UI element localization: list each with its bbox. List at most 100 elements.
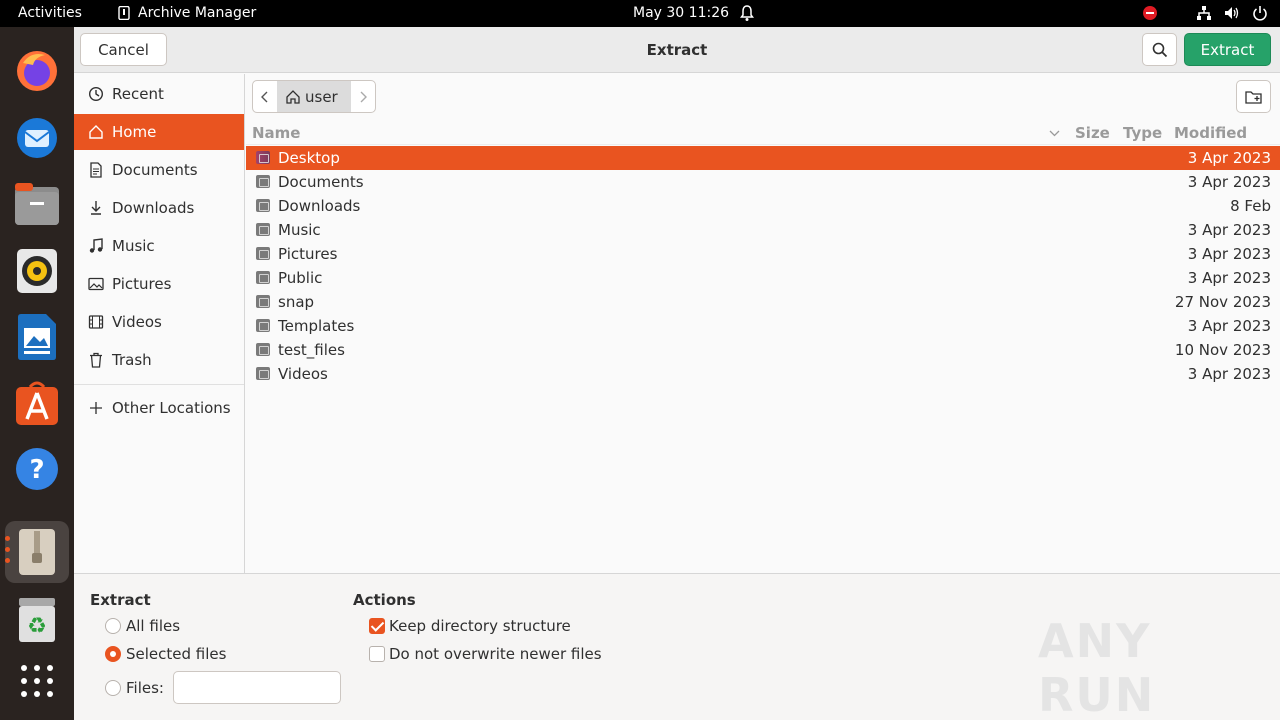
- files-pattern-label[interactable]: Files:: [126, 679, 164, 697]
- sidebar-item-label: Pictures: [112, 275, 172, 293]
- all-files-label[interactable]: All files: [126, 617, 180, 635]
- trash-icon[interactable]: ♻: [13, 596, 61, 644]
- show-apps-icon[interactable]: [13, 657, 61, 705]
- sidebar-item-pictures[interactable]: Pictures: [74, 266, 244, 302]
- plus-icon: [90, 402, 102, 414]
- actions-heading: Actions: [353, 591, 416, 609]
- folder-icon: [256, 319, 270, 332]
- sidebar-item-videos[interactable]: Videos: [74, 304, 244, 340]
- do-not-disturb-icon: [1143, 6, 1157, 20]
- files-pattern-radio[interactable]: [105, 680, 121, 696]
- folder-icon: [256, 223, 270, 236]
- column-name[interactable]: Name: [252, 124, 300, 142]
- extract-options: Extract All files Selected files Files: …: [74, 573, 1280, 720]
- running-indicator: [5, 536, 11, 569]
- archive-manager-icon[interactable]: [13, 528, 61, 576]
- sort-chevron-down-icon: [1049, 130, 1060, 137]
- all-files-radio[interactable]: [105, 618, 121, 634]
- thunderbird-icon[interactable]: [13, 113, 61, 161]
- trash-can-icon: [90, 352, 102, 368]
- activities-button[interactable]: Activities: [18, 5, 82, 21]
- rhythmbox-icon[interactable]: [13, 247, 61, 295]
- search-icon: [1152, 42, 1167, 57]
- table-row[interactable]: Templates 3 Apr 2023: [246, 314, 1280, 338]
- table-row[interactable]: Desktop 3 Apr 2023: [246, 146, 1280, 170]
- home-icon: [286, 89, 300, 104]
- column-modified[interactable]: Modified: [1174, 124, 1247, 142]
- svg-text:♻: ♻: [27, 614, 47, 639]
- table-row[interactable]: Downloads 8 Feb: [246, 194, 1280, 218]
- clock[interactable]: May 30 11:26: [633, 5, 729, 21]
- path-back-button[interactable]: [253, 81, 277, 112]
- sidebar-item-label: Recent: [112, 85, 164, 103]
- table-row[interactable]: Documents 3 Apr 2023: [246, 170, 1280, 194]
- folder-icon: [256, 247, 270, 260]
- document-icon: [90, 162, 102, 178]
- places-sidebar: Recent Home Documents Downloads Music Pi…: [74, 74, 245, 573]
- chevron-left-icon: [261, 91, 268, 102]
- sidebar-item-downloads[interactable]: Downloads: [74, 190, 244, 226]
- new-folder-button[interactable]: [1236, 80, 1271, 113]
- chevron-right-icon: [360, 91, 367, 102]
- folder-icon: [256, 175, 270, 188]
- system-tray[interactable]: [1142, 4, 1268, 22]
- sidebar-item-documents[interactable]: Documents: [74, 152, 244, 188]
- files-pattern-input[interactable]: [173, 671, 341, 704]
- table-row[interactable]: test_files 10 Nov 2023: [246, 338, 1280, 362]
- help-icon[interactable]: ?: [13, 445, 61, 493]
- sidebar-item-label: Other Locations: [112, 399, 231, 417]
- file-list: Desktop 3 Apr 2023 Documents 3 Apr 2023 Do…: [246, 146, 1280, 386]
- column-type[interactable]: Type: [1123, 124, 1162, 142]
- sidebar-item-recent[interactable]: Recent: [74, 76, 244, 112]
- path-crumb-home[interactable]: user: [277, 81, 351, 112]
- sidebar-item-label: Videos: [112, 313, 162, 331]
- sidebar-item-music[interactable]: Music: [74, 228, 244, 264]
- table-row[interactable]: snap 27 Nov 2023: [246, 290, 1280, 314]
- sidebar-item-label: Trash: [112, 351, 152, 369]
- header-bar: Cancel Extract Extract: [74, 27, 1280, 73]
- folder-icon: [256, 271, 270, 284]
- sidebar-item-label: Music: [112, 237, 155, 255]
- table-row[interactable]: Public 3 Apr 2023: [246, 266, 1280, 290]
- selected-files-label[interactable]: Selected files: [126, 645, 226, 663]
- column-size[interactable]: Size: [1075, 124, 1110, 142]
- keep-structure-label[interactable]: Keep directory structure: [389, 617, 571, 635]
- extract-heading: Extract: [90, 591, 151, 609]
- folder-icon: [256, 343, 270, 356]
- libreoffice-writer-icon[interactable]: [13, 313, 61, 361]
- recent-icon: [88, 86, 104, 102]
- no-overwrite-label[interactable]: Do not overwrite newer files: [389, 645, 602, 663]
- app-center-icon[interactable]: [13, 379, 61, 427]
- firefox-icon[interactable]: [13, 47, 61, 95]
- no-overwrite-checkbox[interactable]: [369, 646, 385, 662]
- files-icon[interactable]: [13, 180, 61, 228]
- network-icon: [1197, 6, 1211, 20]
- extract-button[interactable]: Extract: [1184, 33, 1271, 66]
- download-icon: [91, 201, 101, 215]
- notification-bell-icon[interactable]: [739, 4, 755, 22]
- selected-files-radio[interactable]: [105, 646, 121, 662]
- videos-icon: [88, 315, 104, 329]
- sidebar-item-label: Downloads: [112, 199, 195, 217]
- sidebar-separator: [74, 384, 244, 385]
- app-name: Archive Manager: [138, 5, 257, 21]
- file-list-header: Name Size Type Modified: [246, 121, 1280, 145]
- table-row[interactable]: Videos 3 Apr 2023: [246, 362, 1280, 386]
- table-row[interactable]: Pictures 3 Apr 2023: [246, 242, 1280, 266]
- music-icon: [89, 238, 103, 253]
- table-row[interactable]: Music 3 Apr 2023: [246, 218, 1280, 242]
- sidebar-item-trash[interactable]: Trash: [74, 342, 244, 378]
- archive-manager-small-icon: [118, 6, 130, 20]
- folder-icon: [256, 367, 270, 380]
- keep-structure-checkbox[interactable]: [369, 618, 385, 634]
- volume-icon: [1225, 7, 1239, 19]
- search-button[interactable]: [1142, 33, 1177, 66]
- path-bar: user: [252, 80, 376, 113]
- path-forward-button[interactable]: [351, 81, 375, 112]
- sidebar-item-other-locations[interactable]: Other Locations: [74, 390, 244, 426]
- app-menu[interactable]: Archive Manager: [118, 5, 256, 21]
- sidebar-item-home[interactable]: Home: [74, 114, 244, 150]
- dialog-title: Extract: [646, 41, 708, 59]
- extract-dialog: Cancel Extract Extract Recent Home Docum…: [74, 27, 1280, 720]
- svg-text:?: ?: [29, 455, 44, 485]
